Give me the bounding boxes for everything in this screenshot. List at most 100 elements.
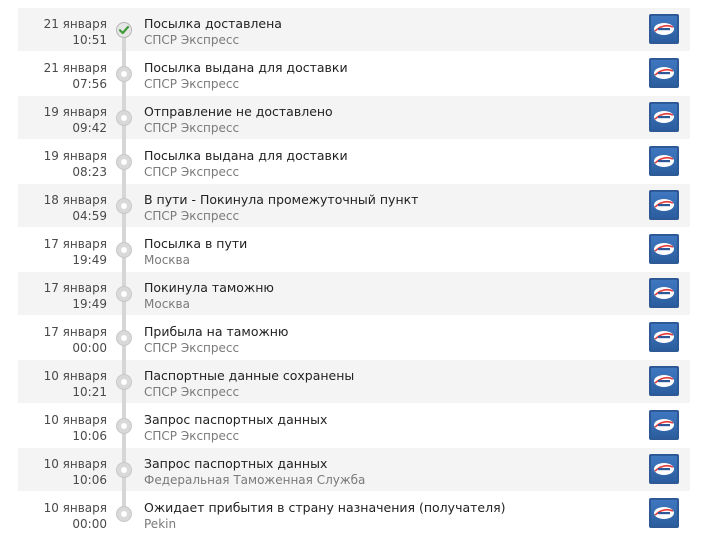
tracking-event-row: 21 января 10:51 Посылка доставлена СПСР Экс…	[18, 8, 690, 52]
tracking-event-row: 18 января 04:59 В пути - Покинула промежут…	[18, 184, 690, 228]
timeline-dot-icon	[116, 330, 132, 346]
event-details: Посылка выдана для доставки СПСР Экспресс	[144, 148, 630, 180]
spsr-express-logo-icon[interactable]	[649, 102, 679, 132]
spsr-express-logo-icon[interactable]	[649, 498, 679, 528]
tracking-event-row: 10 января 00:00 Ожидает прибытия в страну …	[18, 492, 690, 535]
event-datetime: 10 января 10:06	[18, 456, 107, 488]
event-date: 18 января	[43, 193, 107, 207]
tracking-event-row: 17 января 00:00 Прибыла на таможню СПСР Экс…	[18, 316, 690, 360]
event-datetime: 17 января 19:49	[18, 236, 107, 268]
event-location: СПСР Экспресс	[144, 77, 240, 91]
tracking-event-row: 10 января 10:06 Запрос паспортных данных Фе…	[18, 448, 690, 492]
event-date: 21 января	[43, 17, 107, 31]
tracking-event-row: 10 января 10:21 Паспортные данные сохранен…	[18, 360, 690, 404]
event-details: Посылка доставлена СПСР Экспресс	[144, 16, 630, 48]
event-location: Москва	[144, 253, 190, 267]
event-location: СПСР Экспресс	[144, 121, 240, 135]
event-status: Запрос паспортных данных	[144, 412, 328, 427]
event-time: 08:23	[72, 165, 107, 179]
event-date: 21 января	[43, 61, 107, 75]
event-time: 04:59	[72, 209, 107, 223]
event-details: Отправление не доставлено СПСР Экспресс	[144, 104, 630, 136]
tracking-event-row: 19 января 08:23 Посылка выдана для доставк…	[18, 140, 690, 184]
tracking-event-row: 19 января 09:42 Отправление не доставлено С…	[18, 96, 690, 140]
spsr-express-logo-icon[interactable]	[649, 278, 679, 308]
event-details: Запрос паспортных данных СПСР Экспресс	[144, 412, 630, 444]
event-status: Отправление не доставлено	[144, 104, 333, 119]
event-time: 10:06	[72, 473, 107, 487]
timeline-dot-icon	[116, 198, 132, 214]
timeline-dot-icon	[116, 154, 132, 170]
event-status: Запрос паспортных данных	[144, 456, 328, 471]
event-date: 10 января	[43, 501, 107, 515]
event-status: Покинула таможню	[144, 280, 274, 295]
event-location: СПСР Экспресс	[144, 33, 240, 47]
event-status: В пути - Покинула промежуточный пункт	[144, 192, 419, 207]
timeline-dot-icon	[116, 506, 132, 522]
timeline-dot-icon	[116, 242, 132, 258]
event-datetime: 19 января 08:23	[18, 148, 107, 180]
event-datetime: 10 января 10:21	[18, 368, 107, 400]
check-circle-icon	[116, 22, 132, 38]
event-date: 17 января	[43, 325, 107, 339]
event-details: Посылка выдана для доставки СПСР Экспресс	[144, 60, 630, 92]
event-time: 19:49	[72, 253, 107, 267]
event-location: СПСР Экспресс	[144, 165, 240, 179]
tracking-event-row: 17 января 19:49 Покинула таможню Москва	[18, 272, 690, 316]
event-datetime: 19 января 09:42	[18, 104, 107, 136]
event-details: В пути - Покинула промежуточный пункт СПС…	[144, 192, 630, 224]
event-date: 17 января	[43, 237, 107, 251]
event-location: Москва	[144, 297, 190, 311]
spsr-express-logo-icon[interactable]	[649, 410, 679, 440]
spsr-express-logo-icon[interactable]	[649, 322, 679, 352]
event-datetime: 10 января 00:00	[18, 500, 107, 532]
event-status: Посылка выдана для доставки	[144, 148, 348, 163]
event-time: 10:06	[72, 429, 107, 443]
event-datetime: 21 января 10:51	[18, 16, 107, 48]
event-time: 00:00	[72, 341, 107, 355]
event-datetime: 21 января 07:56	[18, 60, 107, 92]
event-details: Покинула таможню Москва	[144, 280, 630, 312]
spsr-express-logo-icon[interactable]	[649, 14, 679, 44]
event-details: Ожидает прибытия в страну назначения (по…	[144, 500, 630, 532]
event-time: 00:00	[72, 517, 107, 531]
event-status: Прибыла на таможню	[144, 324, 289, 339]
tracking-event-row: 17 января 19:49 Посылка в пути Москва	[18, 228, 690, 272]
event-date: 10 января	[43, 413, 107, 427]
timeline-dot-icon	[116, 418, 132, 434]
spsr-express-logo-icon[interactable]	[649, 454, 679, 484]
tracking-timeline: 21 января 10:51 Посылка доставлена СПСР Экс…	[18, 8, 690, 536]
event-location: СПСР Экспресс	[144, 209, 240, 223]
event-date: 19 января	[43, 149, 107, 163]
event-details: Паспортные данные сохранены СПСР Экспресс	[144, 368, 630, 400]
spsr-express-logo-icon[interactable]	[649, 58, 679, 88]
timeline-dot-icon	[116, 66, 132, 82]
event-date: 17 января	[43, 281, 107, 295]
tracking-event-row: 10 января 10:06 Запрос паспортных данных СП…	[18, 404, 690, 448]
timeline-dot-icon	[116, 374, 132, 390]
spsr-express-logo-icon[interactable]	[649, 146, 679, 176]
timeline-dot-icon	[116, 286, 132, 302]
event-details: Запрос паспортных данных Федеральная Тамо…	[144, 456, 630, 488]
event-datetime: 17 января 19:49	[18, 280, 107, 312]
event-location: СПСР Экспресс	[144, 385, 240, 399]
event-date: 19 января	[43, 105, 107, 119]
event-date: 10 января	[43, 457, 107, 471]
event-datetime: 17 января 00:00	[18, 324, 107, 356]
event-status: Ожидает прибытия в страну назначения (по…	[144, 500, 506, 515]
event-time: 10:51	[72, 33, 107, 47]
tracking-event-row: 21 января 07:56 Посылка выдана для доставк…	[18, 52, 690, 96]
spsr-express-logo-icon[interactable]	[649, 366, 679, 396]
event-location: Федеральная Таможенная Служба	[144, 473, 366, 487]
event-status: Посылка в пути	[144, 236, 248, 251]
spsr-express-logo-icon[interactable]	[649, 234, 679, 264]
event-time: 19:49	[72, 297, 107, 311]
event-status: Посылка выдана для доставки	[144, 60, 348, 75]
event-location: СПСР Экспресс	[144, 341, 240, 355]
event-time: 09:42	[72, 121, 107, 135]
event-location: Pekin	[144, 517, 177, 531]
event-details: Прибыла на таможню СПСР Экспресс	[144, 324, 630, 356]
spsr-express-logo-icon[interactable]	[649, 190, 679, 220]
event-time: 10:21	[72, 385, 107, 399]
timeline-dot-icon	[116, 110, 132, 126]
